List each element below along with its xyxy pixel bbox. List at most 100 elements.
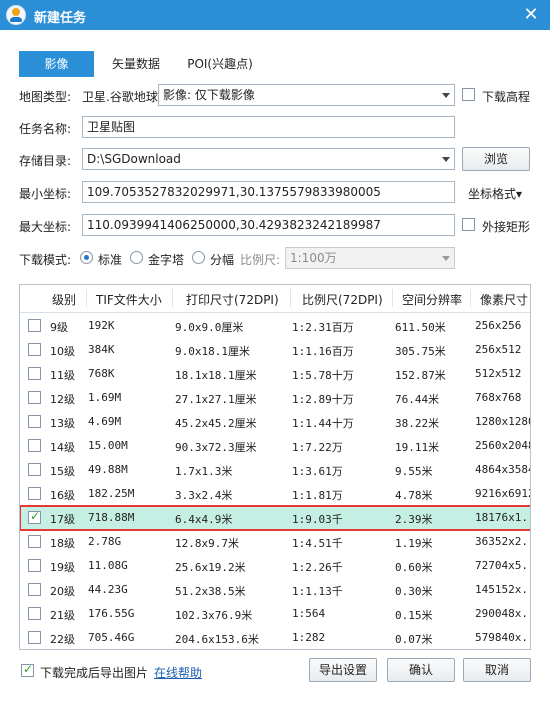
- row-checkbox[interactable]: [28, 487, 41, 500]
- row-checkbox[interactable]: [28, 583, 41, 596]
- storage-label: 存储目录:: [19, 154, 72, 168]
- cell-resolution: 305.75米: [395, 345, 446, 358]
- cell-pixel-size: 2560x2048: [475, 439, 531, 452]
- table-row[interactable]: 13级 4.69M 45.2x45.2厘米 1:1.44十万 38.22米 1280x12…: [20, 410, 530, 434]
- coord-format-button[interactable]: 坐标格式▾: [468, 185, 522, 202]
- cell-level: 9级: [50, 321, 68, 334]
- download-elevation-label: 下载高程: [482, 90, 531, 104]
- storage-dir-select[interactable]: D:\SGDownload: [82, 148, 455, 170]
- window-title: 新建任务: [34, 11, 87, 26]
- cell-print-size: 18.1x18.1厘米: [175, 369, 257, 382]
- table-header: 级别 TIF文件大小 打印尺寸(72DPI) 比例尺(72DPI) 空间分辨率 …: [20, 285, 530, 313]
- cell-resolution: 0.07米: [395, 633, 433, 646]
- close-icon[interactable]: ✕: [520, 4, 542, 26]
- cell-resolution: 2.39米: [395, 513, 433, 526]
- table-row[interactable]: 21级 176.55G 102.3x76.9米 1:564 0.15米 290048x..…: [20, 602, 530, 626]
- row-checkbox[interactable]: [28, 367, 41, 380]
- task-name-input[interactable]: 卫星贴图: [82, 116, 455, 138]
- export-after-download-label: 下载完成后导出图片: [40, 666, 149, 680]
- scale-select[interactable]: 1:100万: [285, 247, 455, 269]
- row-checkbox[interactable]: [28, 509, 41, 524]
- cell-level: 21级: [50, 609, 75, 622]
- mode-sheet-radio[interactable]: [192, 251, 205, 264]
- cell-pixel-size: 579840x...: [475, 631, 530, 644]
- map-type-select[interactable]: 影像: 仅下载影像: [158, 84, 455, 106]
- cell-level: 12级: [50, 393, 75, 406]
- cell-print-size: 6.4x4.9米: [175, 513, 233, 526]
- row-checkbox[interactable]: [28, 415, 41, 428]
- cell-tif-size: 49.88M: [88, 463, 128, 476]
- mode-standard-radio[interactable]: [80, 251, 93, 264]
- row-checkbox[interactable]: [28, 319, 41, 332]
- table-row[interactable]: 10级 384K 9.0x18.1厘米 1:1.16百万 305.75米 256x512: [20, 338, 530, 362]
- table-row[interactable]: 18级 2.78G 12.8x9.7米 1:4.51千 1.19米 36352x2...: [20, 530, 530, 554]
- column-divider: [290, 289, 291, 307]
- row-checkbox[interactable]: [28, 463, 41, 476]
- cell-resolution: 0.30米: [395, 585, 433, 598]
- online-help-link[interactable]: 在线帮助: [154, 664, 202, 681]
- cell-tif-size: 176.55G: [88, 607, 135, 620]
- cell-tif-size: 11.08G: [88, 559, 128, 572]
- cell-resolution: 152.87米: [395, 369, 446, 382]
- table-row[interactable]: 11级 768K 18.1x18.1厘米 1:5.78十万 152.87米 512x512: [20, 362, 530, 386]
- column-divider: [172, 289, 173, 307]
- row-checkbox[interactable]: [28, 631, 41, 644]
- cell-tif-size: 384K: [88, 343, 115, 356]
- browse-button[interactable]: 浏览: [462, 147, 530, 171]
- table-row[interactable]: 9级 192K 9.0x9.0厘米 1:2.31百万 611.50米 256x256: [20, 314, 530, 338]
- cell-resolution: 0.15米: [395, 609, 433, 622]
- row-checkbox[interactable]: [28, 559, 41, 572]
- max-coord-input[interactable]: 110.0939941406250000,30.4293823242189987: [82, 214, 455, 236]
- cell-resolution: 38.22米: [395, 417, 440, 430]
- scale-label: 比例尺:: [240, 253, 281, 267]
- cell-tif-size: 4.69M: [88, 415, 122, 428]
- table-row[interactable]: 15级 49.88M 1.7x1.3米 1:3.61万 9.55米 4864x3584: [20, 458, 531, 482]
- cell-pixel-size: 4864x3584: [475, 463, 531, 476]
- app-logo-icon: [6, 5, 26, 25]
- row-checkbox[interactable]: [28, 343, 41, 356]
- min-coord-label: 最小坐标:: [19, 187, 72, 201]
- cell-tif-size: 44.23G: [88, 583, 128, 596]
- cell-resolution: 611.50米: [395, 321, 446, 334]
- cell-level: 14级: [50, 441, 75, 454]
- cell-print-size: 12.8x9.7米: [175, 537, 239, 550]
- ok-button[interactable]: 确认: [387, 658, 455, 682]
- cancel-button[interactable]: 取消: [463, 658, 531, 682]
- row-checkbox[interactable]: [28, 535, 41, 548]
- row-checkbox[interactable]: [28, 391, 41, 404]
- cell-print-size: 27.1x27.1厘米: [175, 393, 257, 406]
- column-divider: [392, 289, 393, 307]
- table-row[interactable]: 20级 44.23G 51.2x38.5米 1:1.13千 0.30米 145152x..…: [20, 578, 530, 602]
- cell-tif-size: 718.88M: [88, 511, 135, 524]
- cell-level: 20级: [50, 585, 75, 598]
- chevron-down-icon: [442, 256, 450, 261]
- outer-rect-checkbox[interactable]: [462, 218, 475, 231]
- table-row[interactable]: 19级 11.08G 25.6x19.2米 1:2.26千 0.60米 72704x5..…: [20, 554, 530, 578]
- cell-resolution: 76.44米: [395, 393, 440, 406]
- tab-imagery[interactable]: 影像: [19, 51, 94, 77]
- row-checkbox[interactable]: [28, 607, 41, 620]
- cell-pixel-size: 9216x6912: [475, 487, 531, 500]
- mode-pyramid-radio[interactable]: [130, 251, 143, 264]
- export-settings-button[interactable]: 导出设置: [309, 658, 377, 682]
- table-row[interactable]: 12级 1.69M 27.1x27.1厘米 1:2.89十万 76.44米 768x768: [20, 386, 530, 410]
- download-elevation-checkbox[interactable]: [462, 88, 475, 101]
- tab-poi[interactable]: POI(兴趣点): [178, 51, 262, 77]
- level-table: 级别 TIF文件大小 打印尺寸(72DPI) 比例尺(72DPI) 空间分辨率 …: [19, 284, 531, 650]
- cell-tif-size: 182.25M: [88, 487, 135, 500]
- table-row[interactable]: 22级 705.46G 204.6x153.6米 1:282 0.07米 579840x.…: [20, 626, 530, 649]
- cell-resolution: 9.55米: [395, 465, 433, 478]
- table-row[interactable]: 17级 718.88M 6.4x4.9米 1:9.03千 2.39米 18176x1...: [20, 505, 530, 531]
- cell-print-size: 9.0x18.1厘米: [175, 345, 250, 358]
- chevron-down-icon: [442, 157, 450, 162]
- table-row[interactable]: 14级 15.00M 90.3x72.3厘米 1:7.22万 19.11米 2560x20…: [20, 434, 531, 458]
- tab-vector[interactable]: 矢量数据: [103, 51, 169, 77]
- title-bar: 新建任务 ✕: [0, 0, 550, 30]
- export-after-download-checkbox[interactable]: [21, 662, 34, 677]
- cell-level: 16级: [50, 489, 75, 502]
- table-row[interactable]: 16级 182.25M 3.3x2.4米 1:1.81万 4.78米 9216x6912: [20, 482, 531, 506]
- map-type-value: 影像: 仅下载影像: [163, 88, 255, 102]
- cell-pixel-size: 256x256: [475, 319, 522, 332]
- row-checkbox[interactable]: [28, 439, 41, 452]
- min-coord-input[interactable]: 109.7053527832029971,30.1375579833980005: [82, 181, 455, 203]
